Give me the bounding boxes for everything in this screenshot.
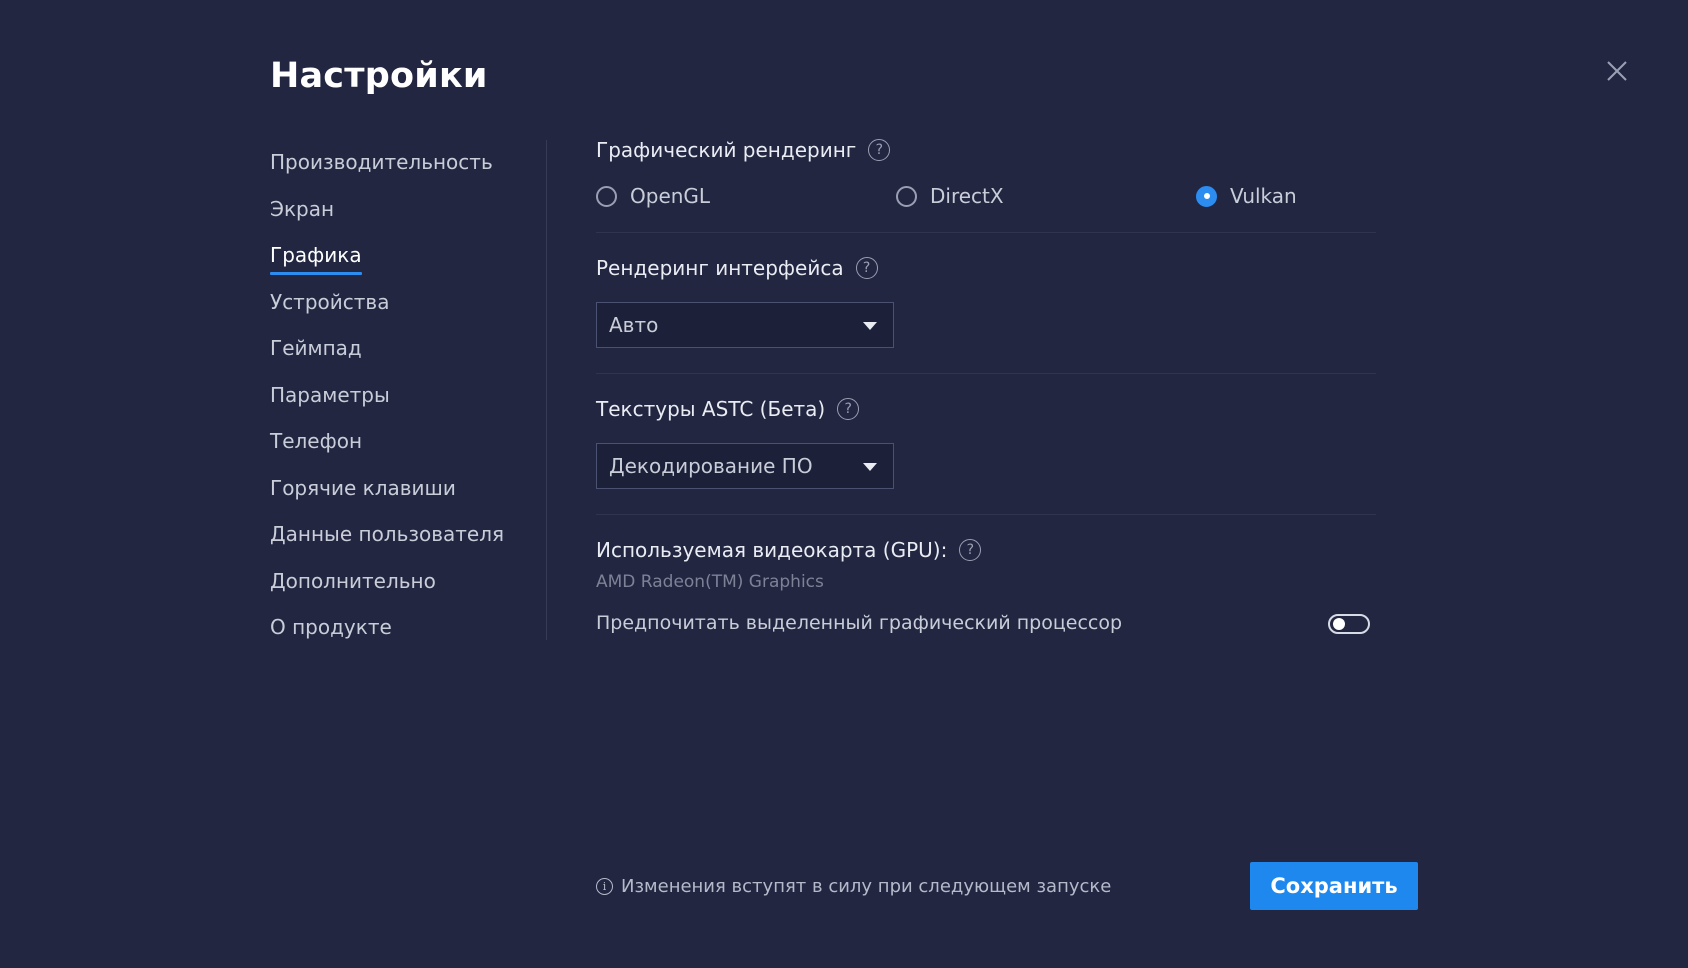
restart-note-text: Изменения вступят в силу при следующем з… (621, 876, 1112, 897)
sidebar-item-label: О продукте (270, 615, 392, 639)
close-button[interactable] (1602, 56, 1632, 86)
sidebar-item-user-data[interactable]: Данные пользователя (270, 516, 540, 563)
question-icon[interactable]: ? (855, 257, 878, 279)
radio-label: Vulkan (1230, 184, 1297, 208)
radio-circle (1196, 185, 1217, 207)
settings-dialog: Настройки Производительность Экран Графи… (0, 0, 1688, 968)
section-divider (596, 373, 1376, 374)
sidebar: Производительность Экран Графика Устройс… (270, 144, 540, 656)
radio-opengl[interactable]: OpenGL (596, 184, 710, 208)
gpu-title: Используемая видеокарта (GPU): ? (596, 538, 982, 562)
sidebar-item-label: Геймпад (270, 336, 362, 360)
sidebar-item-label: Графика (270, 237, 362, 275)
graphics-rendering-title: Графический рендеринг ? (596, 138, 891, 162)
toggle-knob (1333, 618, 1345, 630)
caret-down-icon (863, 463, 877, 471)
radio-circle (896, 185, 917, 207)
sidebar-item-label: Устройства (270, 289, 390, 314)
sidebar-item-advanced[interactable]: Дополнительно (270, 563, 540, 610)
astc-textures-title: Текстуры ASTC (Бета) ? (596, 397, 860, 421)
radio-circle (596, 185, 617, 207)
sidebar-item-graphics[interactable]: Графика (270, 237, 540, 284)
sidebar-item-devices[interactable]: Устройства (270, 284, 540, 331)
restart-note: i Изменения вступят в силу при следующем… (596, 876, 1111, 897)
question-icon[interactable]: ? (837, 398, 860, 420)
astc-textures-select[interactable]: Декодирование ПО (596, 443, 894, 489)
sidebar-item-performance[interactable]: Производительность (270, 144, 540, 191)
page-title: Настройки (270, 56, 488, 96)
prefer-dedicated-gpu-label: Предпочитать выделенный графический проц… (596, 612, 1123, 634)
radio-label: OpenGL (630, 184, 711, 208)
sidebar-item-display[interactable]: Экран (270, 191, 540, 238)
sidebar-item-label: Телефон (270, 429, 363, 453)
section-divider (596, 232, 1376, 233)
sidebar-item-label: Параметры (270, 382, 390, 407)
radio-vulkan[interactable]: Vulkan (1196, 184, 1297, 208)
gpu-label: Используемая видеокарта (GPU): (596, 538, 948, 562)
sidebar-item-phone[interactable]: Телефон (270, 423, 540, 470)
sidebar-item-label: Дополнительно (270, 568, 436, 593)
sidebar-item-label: Производительность (270, 150, 493, 174)
astc-textures-label: Текстуры ASTC (Бета) (596, 397, 826, 421)
sidebar-item-parameters[interactable]: Параметры (270, 377, 540, 424)
sidebar-item-label: Экран (270, 196, 335, 221)
sidebar-item-label: Данные пользователя (270, 522, 505, 546)
radio-directx[interactable]: DirectX (896, 184, 1004, 208)
prefer-dedicated-gpu-toggle[interactable] (1328, 614, 1370, 634)
radio-label: DirectX (930, 184, 1004, 208)
sidebar-item-label: Горячие клавиши (270, 475, 456, 500)
ui-rendering-title: Рендеринг интерфейса ? (596, 256, 878, 280)
ui-rendering-select[interactable]: Авто (596, 302, 894, 348)
graphics-rendering-label: Графический рендеринг (596, 138, 857, 162)
gpu-name: AMD Radeon(TM) Graphics (596, 572, 824, 592)
sidebar-item-about[interactable]: О продукте (270, 609, 540, 656)
save-button[interactable]: Сохранить (1250, 862, 1418, 910)
ui-rendering-label: Рендеринг интерфейса (596, 256, 844, 280)
info-icon: i (596, 878, 613, 895)
sidebar-item-hotkeys[interactable]: Горячие клавиши (270, 470, 540, 517)
select-value: Декодирование ПО (609, 454, 813, 478)
sidebar-divider (546, 140, 547, 640)
caret-down-icon (863, 322, 877, 330)
close-icon (1607, 61, 1627, 81)
sidebar-item-gamepad[interactable]: Геймпад (270, 330, 540, 377)
question-icon[interactable]: ? (959, 539, 982, 561)
section-divider (596, 514, 1376, 515)
select-value: Авто (609, 313, 659, 337)
question-icon[interactable]: ? (868, 139, 891, 161)
